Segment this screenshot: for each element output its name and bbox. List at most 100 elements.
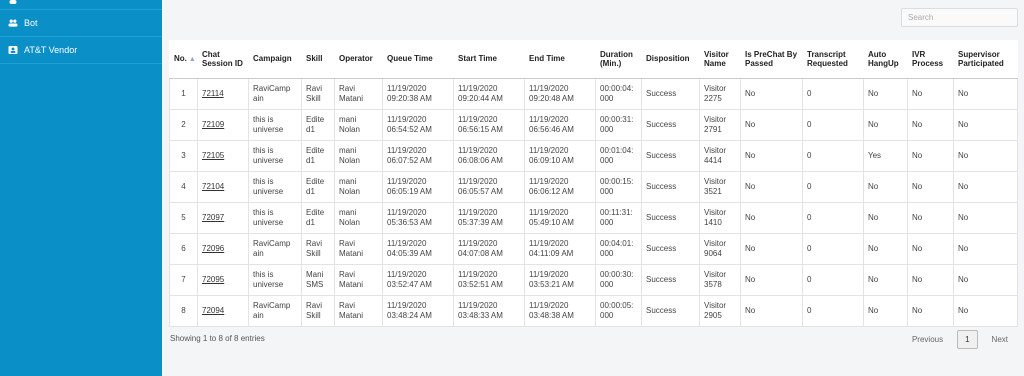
column-header-label: Auto HangUp <box>868 49 899 68</box>
column-header-label: Operator <box>339 54 373 64</box>
column-header-label: Skill <box>306 54 323 64</box>
table-cell: No <box>907 170 954 203</box>
table-cell: this is universe <box>248 170 302 203</box>
table-cell: No <box>953 294 1018 327</box>
table-cell: 11/19/2020 03:53:21 AM <box>524 263 596 296</box>
sidebar-item-label: AT&T Vendor <box>24 45 78 55</box>
table-cell: No <box>907 232 954 265</box>
users-icon <box>8 18 18 28</box>
table-cell: No <box>953 263 1018 296</box>
table-cell: 0 <box>802 139 864 172</box>
column-header[interactable]: Transcript Requested <box>802 40 864 79</box>
table-cell: 72105 <box>197 139 249 172</box>
table-cell: 0 <box>802 232 864 265</box>
column-header[interactable]: Visitor Name <box>699 40 741 79</box>
table-cell: No <box>953 201 1018 234</box>
search-input[interactable] <box>901 8 1018 27</box>
table-cell: Ravi Skill <box>301 77 335 110</box>
table-cell: No <box>953 170 1018 203</box>
column-header[interactable]: Duration (Min.) <box>595 40 642 79</box>
table-cell: 7 <box>169 263 198 296</box>
table-cell: 11/19/2020 05:37:39 AM <box>453 201 525 234</box>
table-cell: 11/19/2020 06:06:12 AM <box>524 170 596 203</box>
table-cell: mani Nolan <box>334 170 383 203</box>
column-header[interactable]: Disposition <box>641 40 700 79</box>
column-header-label: Transcript Requested <box>807 49 848 68</box>
column-header[interactable]: Auto HangUp <box>863 40 908 79</box>
table-cell: 00:11:31: 000 <box>595 201 642 234</box>
table-cell: No <box>907 294 954 327</box>
table-header-row: No. ▲ Chat Session ID Campaign Skill Operator… <box>169 40 1018 79</box>
column-header-label: Is PreChat By Passed <box>745 49 798 68</box>
column-header[interactable]: Operator <box>334 40 383 79</box>
page-1-button[interactable]: 1 <box>957 330 978 349</box>
table-cell: No <box>863 232 908 265</box>
sidebar-item-bot[interactable]: Bot <box>0 10 162 37</box>
table-cell: 11/19/2020 05:36:53 AM <box>382 201 454 234</box>
table-cell: this is universe <box>248 108 302 141</box>
table-cell: No <box>953 139 1018 172</box>
table-cell: 11/19/2020 06:07:52 AM <box>382 139 454 172</box>
table-cell: 6 <box>169 232 198 265</box>
table-cell: No <box>863 77 908 110</box>
column-header[interactable]: Is PreChat By Passed <box>740 40 803 79</box>
column-header[interactable]: Supervisor Participated <box>953 40 1018 79</box>
table-cell: No <box>740 294 803 327</box>
table-cell: No <box>740 201 803 234</box>
chat-session-link[interactable]: 72109 <box>202 120 224 129</box>
column-header-label: No. <box>174 54 187 64</box>
table-cell: 11/19/2020 03:52:47 AM <box>382 263 454 296</box>
next-button[interactable]: Next <box>984 331 1016 348</box>
column-header[interactable]: Chat Session ID <box>197 40 249 79</box>
previous-button[interactable]: Previous <box>904 331 951 348</box>
chat-session-link[interactable]: 72094 <box>202 306 224 315</box>
table-cell: 8 <box>169 294 198 327</box>
table-cell: 11/19/2020 09:20:44 AM <box>453 77 525 110</box>
table-cell: Visitor 2791 <box>699 108 741 141</box>
column-header[interactable]: Campaign <box>248 40 302 79</box>
table-cell: No <box>907 201 954 234</box>
table-cell: 3 <box>169 139 198 172</box>
table-cell: 11/19/2020 06:08:06 AM <box>453 139 525 172</box>
table-cell: Success <box>641 294 700 327</box>
table-cell: No <box>953 232 1018 265</box>
table-cell: 72104 <box>197 170 249 203</box>
chat-session-link[interactable]: 72104 <box>202 182 224 191</box>
table-cell: Visitor 4414 <box>699 139 741 172</box>
column-header-label: Queue Time <box>387 54 433 64</box>
sidebar-item-partial[interactable] <box>0 0 162 10</box>
user-icon <box>8 0 18 4</box>
table-cell: this is universe <box>248 139 302 172</box>
table-cell: 11/19/2020 09:20:38 AM <box>382 77 454 110</box>
chat-session-link[interactable]: 72105 <box>202 151 224 160</box>
column-header[interactable]: Queue Time <box>382 40 454 79</box>
column-header[interactable]: End Time <box>524 40 596 79</box>
table-cell: 72097 <box>197 201 249 234</box>
column-header[interactable]: Skill <box>301 40 335 79</box>
sidebar: Bot AT&T Vendor <box>0 0 162 376</box>
column-header[interactable]: Start Time <box>453 40 525 79</box>
table-cell: 0 <box>802 170 864 203</box>
table-cell: 11/19/2020 03:48:24 AM <box>382 294 454 327</box>
chat-session-link[interactable]: 72096 <box>202 244 224 253</box>
table-cell: No <box>907 139 954 172</box>
table-cell: 72114 <box>197 77 249 110</box>
chat-session-link[interactable]: 72097 <box>202 213 224 222</box>
chat-session-link[interactable]: 72095 <box>202 275 224 284</box>
chat-session-link[interactable]: 72114 <box>202 89 224 98</box>
table-cell: 11/19/2020 06:56:15 AM <box>453 108 525 141</box>
table-cell: Ravi Matani <box>334 263 383 296</box>
table-cell: 11/19/2020 03:48:33 AM <box>453 294 525 327</box>
column-header[interactable]: No. ▲ <box>169 40 198 79</box>
chat-report-table: No. ▲ Chat Session ID Campaign Skill Operator… <box>169 40 1018 327</box>
table-cell: 0 <box>802 77 864 110</box>
table-cell: Edite d1 <box>301 108 335 141</box>
table-cell: Visitor 2275 <box>699 77 741 110</box>
table-cell: 11/19/2020 05:49:10 AM <box>524 201 596 234</box>
column-header-label: IVR Process <box>912 49 944 68</box>
table-cell: No <box>740 170 803 203</box>
table-cell: Ravi Matani <box>334 294 383 327</box>
sidebar-item-att-vendor[interactable]: AT&T Vendor <box>0 37 162 64</box>
column-header[interactable]: IVR Process <box>907 40 954 79</box>
table-row: 8 72094 RaviCamp ain Ravi Skill Ravi Matani 1… <box>169 294 1018 327</box>
